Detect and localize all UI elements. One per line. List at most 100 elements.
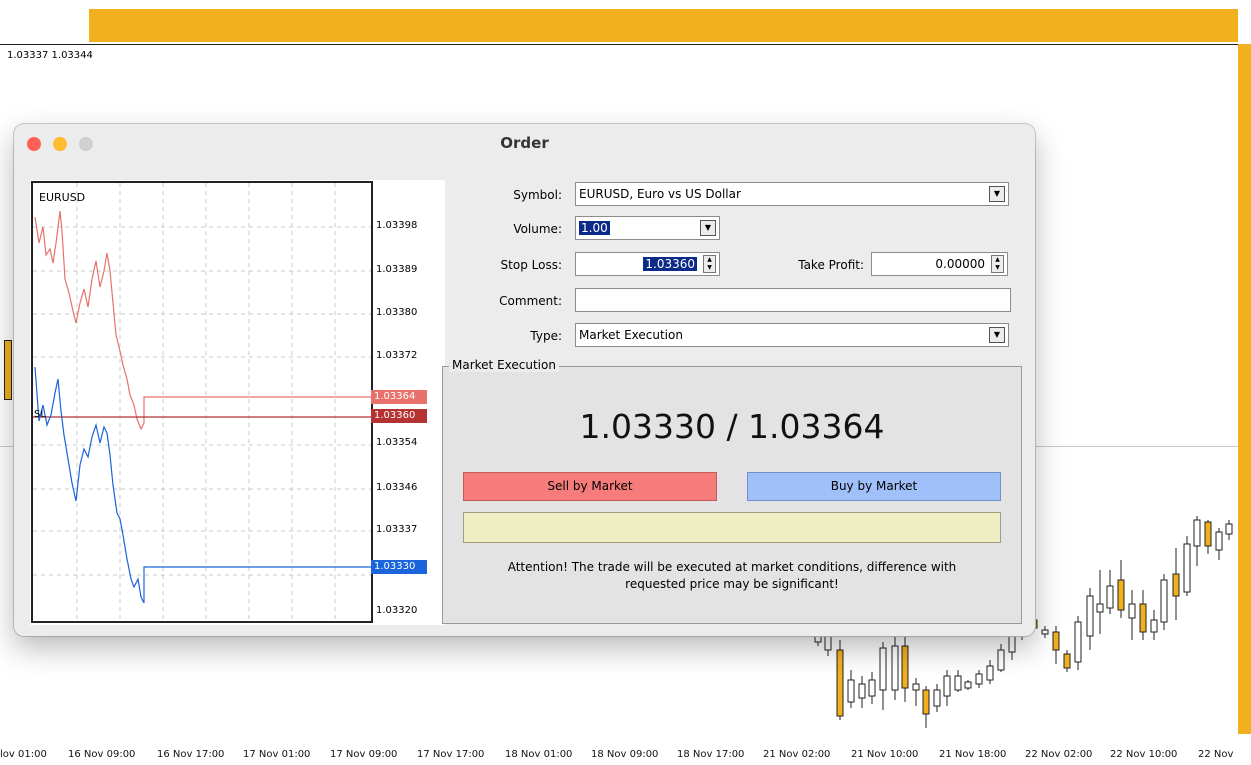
stop-loss-value: 1.03360 <box>643 257 697 271</box>
buy-by-market-button[interactable]: Buy by Market <box>747 472 1001 501</box>
time-axis: lov 01:00 16 Nov 09:00 16 Nov 17:00 17 Nov … <box>0 741 1251 765</box>
market-execution-legend: Market Execution <box>449 358 559 372</box>
candle <box>1106 585 1114 609</box>
time-axis-label: 17 Nov 17:00 <box>417 749 485 760</box>
tick-chart-svg <box>33 183 371 621</box>
candle <box>1128 603 1136 619</box>
candle <box>954 675 962 691</box>
tick-chart-plot: EURUSD SL <box>31 181 373 623</box>
candle <box>912 683 920 691</box>
candle <box>1052 631 1060 651</box>
candle <box>1160 579 1168 623</box>
candle <box>1193 519 1201 547</box>
candle <box>1172 573 1180 597</box>
chevron-down-icon[interactable]: ▼ <box>989 327 1005 343</box>
candle <box>943 675 951 697</box>
time-axis-label: 18 Nov 01:00 <box>505 749 573 760</box>
candle <box>997 649 1005 671</box>
take-profit-label: Take Profit: <box>798 258 864 272</box>
type-value: Market Execution <box>579 328 683 342</box>
type-select[interactable]: Market Execution ▼ <box>575 323 1009 347</box>
ask-price-line <box>34 210 371 431</box>
bid-ask-quote: 1.03330 / 1.03364 <box>579 407 885 446</box>
candle <box>975 673 983 685</box>
candle <box>1150 619 1158 633</box>
time-axis-label: 21 Nov 02:00 <box>763 749 831 760</box>
y-tick: 1.03346 <box>376 482 418 493</box>
market-execution-group: Market Execution 1.03330 / 1.03364 Sell … <box>442 358 1022 624</box>
type-label: Type: <box>530 329 562 343</box>
time-axis-label: 21 Nov 18:00 <box>939 749 1007 760</box>
stop-loss-price-tag: 1.03360 <box>371 409 427 423</box>
candle <box>868 679 876 697</box>
chart-symbol-label: EURUSD <box>39 191 86 204</box>
y-tick: 1.03398 <box>376 220 418 231</box>
bid-price-line <box>34 366 371 604</box>
execution-status-bar <box>463 512 1001 543</box>
attention-line: requested price may be significant! <box>625 577 839 591</box>
stepper-arrows-icon[interactable]: ▲ ▼ <box>991 255 1004 273</box>
stop-loss-label: Stop Loss: <box>500 258 562 272</box>
time-axis-label: lov 01:00 <box>0 749 47 760</box>
candle <box>1074 621 1082 663</box>
candle <box>1183 543 1191 593</box>
candle <box>1225 523 1233 535</box>
symbol-select[interactable]: EURUSD, Euro vs US Dollar ▼ <box>575 182 1009 206</box>
symbol-label: Symbol: <box>513 188 562 202</box>
candle <box>847 679 855 703</box>
candle <box>1096 603 1104 613</box>
y-tick: 1.03354 <box>376 437 418 448</box>
y-tick: 1.03337 <box>376 524 418 535</box>
attention-message: Attention! The trade will be executed at… <box>463 559 1001 593</box>
stop-loss-input[interactable]: 1.03360 ▲ ▼ <box>575 252 720 276</box>
candle <box>901 645 909 689</box>
candle <box>922 689 930 715</box>
candle <box>1086 595 1094 637</box>
y-tick: 1.03320 <box>376 605 418 616</box>
chevron-down-icon[interactable]: ▼ <box>700 220 716 236</box>
symbol-value: EURUSD, Euro vs US Dollar <box>579 187 741 201</box>
tick-chart: EURUSD SL 1.03398 1.03389 1.03380 1.0337… <box>30 180 445 625</box>
candle <box>1215 531 1223 551</box>
candle <box>986 665 994 681</box>
candle <box>1117 579 1125 611</box>
bid-price-tag: 1.03330 <box>371 560 427 574</box>
y-tick: 1.03380 <box>376 307 418 318</box>
volume-combobox[interactable]: 1.00 ▼ <box>575 216 720 240</box>
candle <box>1204 521 1212 547</box>
candle <box>1139 603 1147 633</box>
sl-marker: SL <box>34 409 46 420</box>
order-dialog: Order EURUSD SL 1.03398 1.03389 1.03380 … <box>14 124 1035 636</box>
volume-value: 1.00 <box>579 221 610 235</box>
candle <box>858 683 866 699</box>
take-profit-value: 0.00000 <box>935 257 985 271</box>
time-axis-label: 22 Nov 02:00 <box>1025 749 1093 760</box>
ask-price-tag: 1.03364 <box>371 390 427 404</box>
y-tick: 1.03372 <box>376 350 418 361</box>
candle <box>1063 653 1071 669</box>
time-axis-label: 18 Nov 09:00 <box>591 749 659 760</box>
time-axis-label: 16 Nov 17:00 <box>157 749 225 760</box>
volume-label: Volume: <box>513 222 562 236</box>
stepper-arrows-icon[interactable]: ▲ ▼ <box>703 255 716 273</box>
comment-input[interactable] <box>575 288 1011 312</box>
time-axis-label: 22 Nov 10:00 <box>1110 749 1178 760</box>
sell-by-market-button[interactable]: Sell by Market <box>463 472 717 501</box>
time-axis-label: 17 Nov 01:00 <box>243 749 311 760</box>
y-tick: 1.03389 <box>376 264 418 275</box>
candle <box>964 681 972 689</box>
attention-line: Attention! The trade will be executed at… <box>507 560 957 574</box>
candle <box>879 647 887 691</box>
dialog-titlebar[interactable]: Order <box>14 124 1035 162</box>
comment-label: Comment: <box>499 294 562 308</box>
dialog-title: Order <box>500 134 549 152</box>
take-profit-input[interactable]: 0.00000 ▲ ▼ <box>871 252 1008 276</box>
chevron-down-icon[interactable]: ▼ <box>989 186 1005 202</box>
candle <box>824 635 832 651</box>
time-axis-label: 22 Nov <box>1198 749 1234 760</box>
candle <box>933 689 941 707</box>
time-axis-label: 16 Nov 09:00 <box>68 749 136 760</box>
candle <box>836 649 844 717</box>
time-axis-label: 18 Nov 17:00 <box>677 749 745 760</box>
candle <box>1041 629 1049 635</box>
